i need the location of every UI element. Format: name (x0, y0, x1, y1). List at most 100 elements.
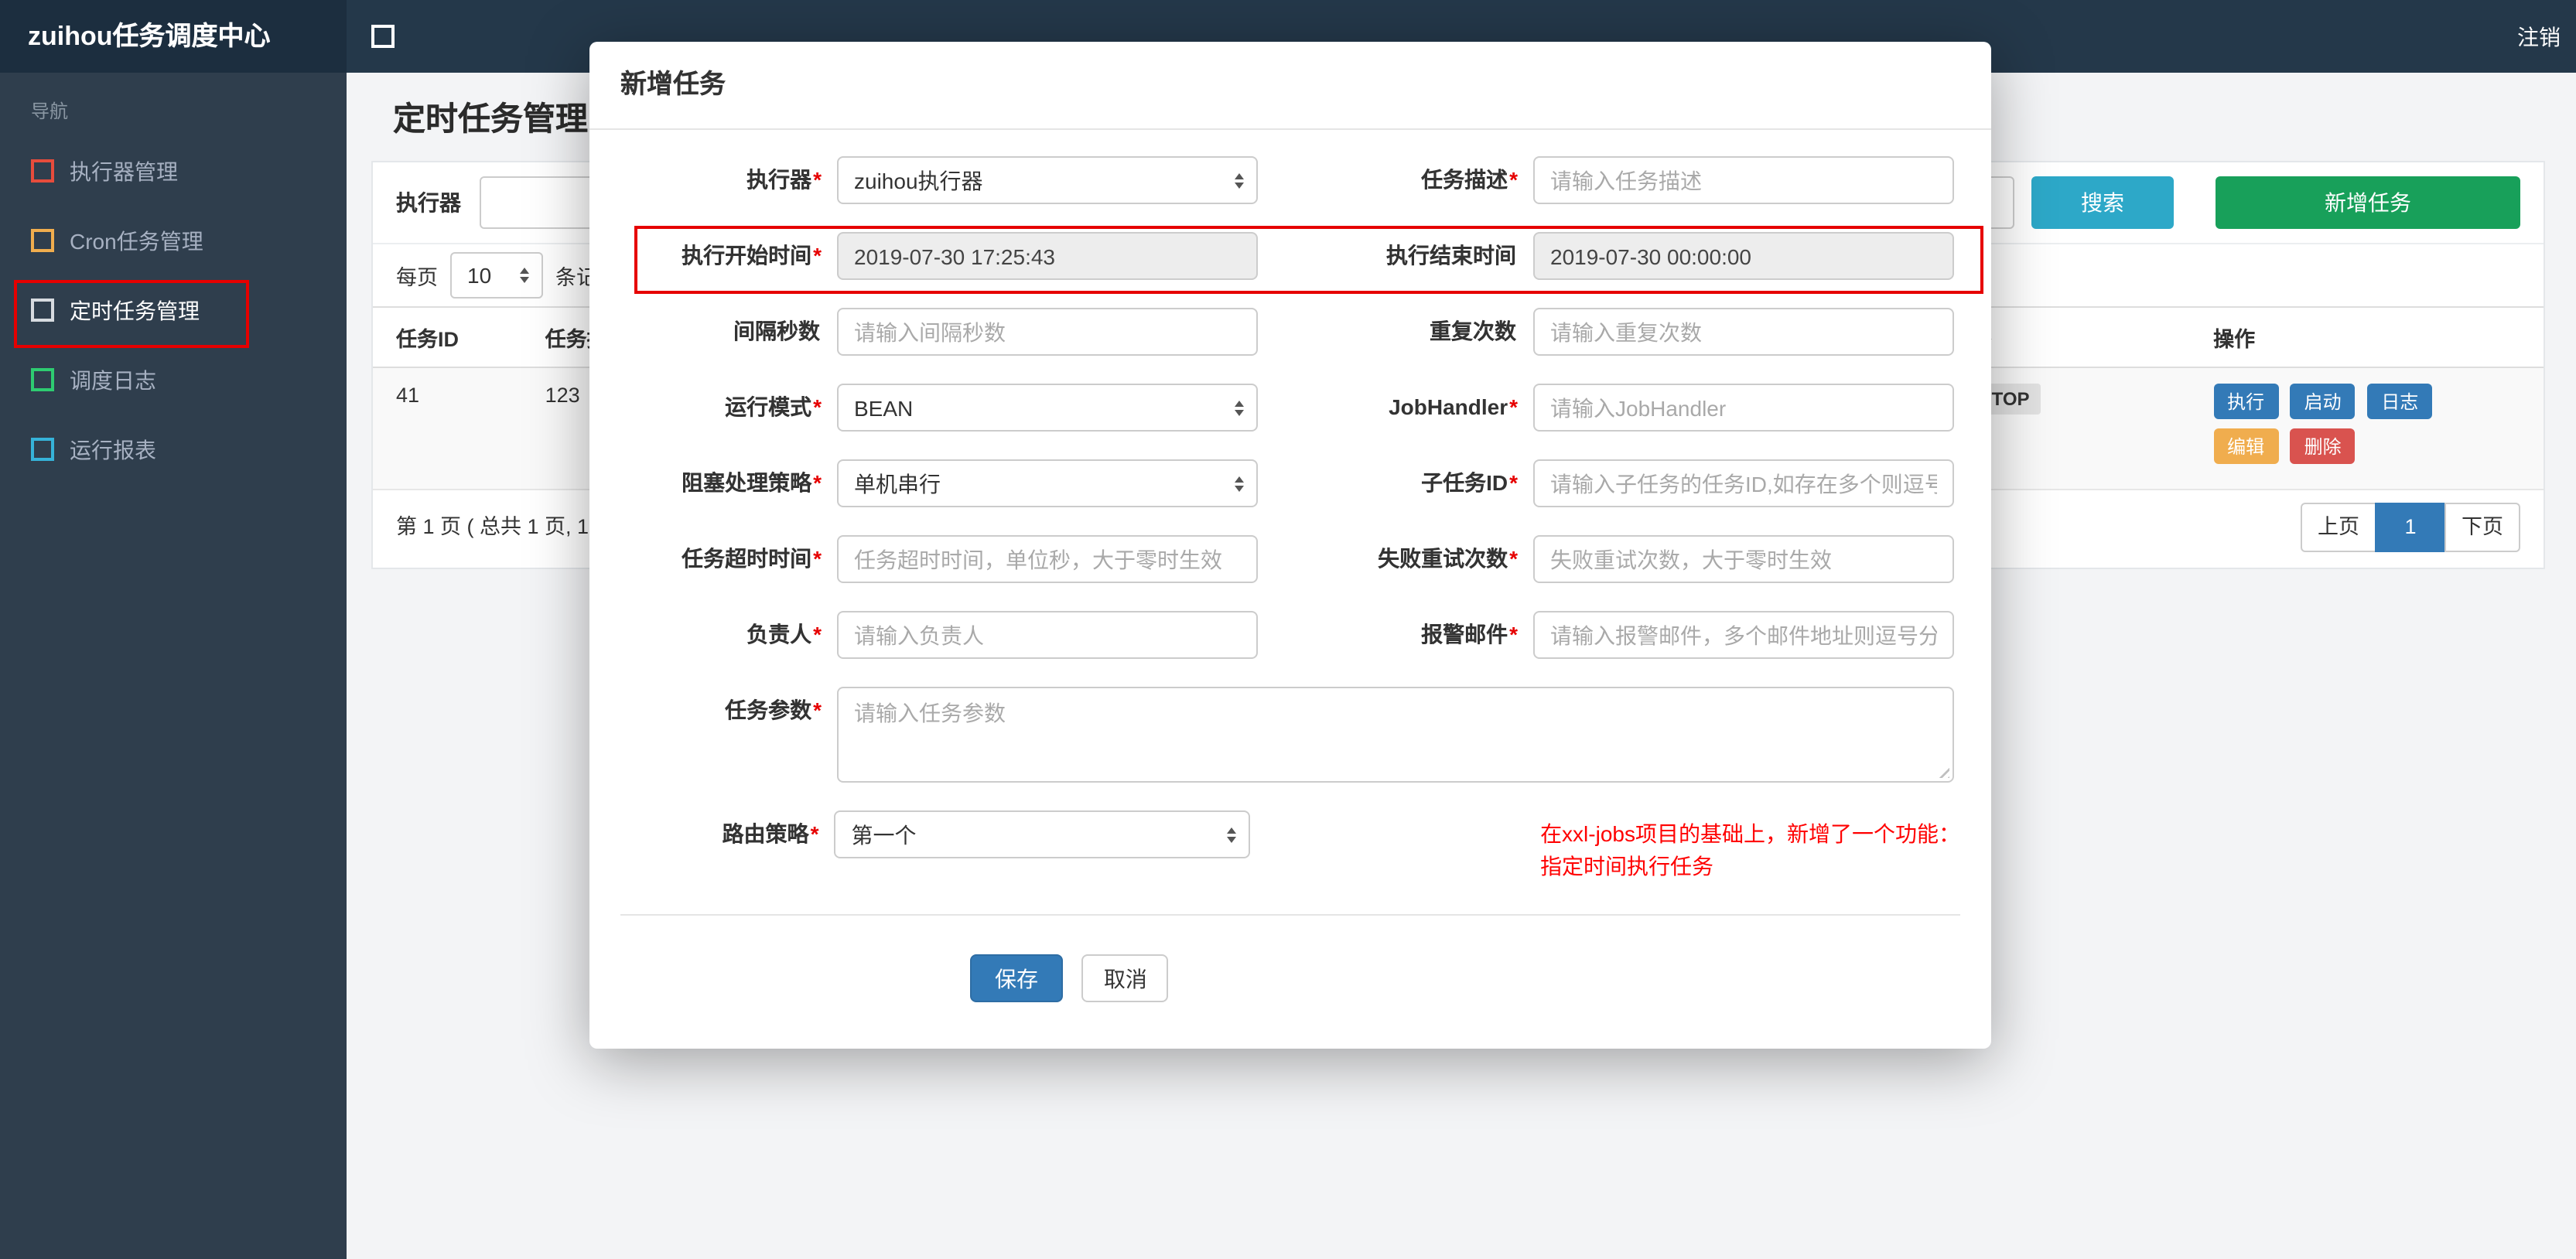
select-stepper-icon (1235, 476, 1244, 491)
required-star: * (1509, 470, 1518, 495)
modal-title: 新增任务 (589, 42, 1991, 130)
sidebar-item-cron-task-management[interactable]: Cron任务管理 (0, 206, 347, 275)
route-strategy-select[interactable]: 第一个 (834, 810, 1250, 858)
square-icon (31, 368, 54, 391)
timeout-label: 任务超时时间 * (682, 546, 822, 571)
start-time-input[interactable] (837, 232, 1258, 280)
sidebar-menu: 执行器管理 Cron任务管理 定时任务管理 调度日志 运行报表 (0, 136, 347, 484)
logout-link[interactable]: 注销 (2517, 21, 2561, 52)
select-stepper-icon (1235, 172, 1244, 188)
jobhandler-input[interactable] (1533, 384, 1954, 432)
feature-note-line2: 指定时间执行任务 (1540, 854, 1714, 879)
form-row-block-child: 阻塞处理策略 * 单机串行 子任务ID * (620, 459, 1960, 507)
end-time-input[interactable] (1533, 232, 1954, 280)
feature-note: 在xxl-jobs项目的基础上，新增了一个功能： 指定时间执行任务 (1525, 810, 1960, 883)
header-actions: 操作 (2190, 307, 2544, 368)
pagination: 上页 1 下页 (2301, 503, 2520, 552)
task-desc-input[interactable] (1533, 156, 1954, 204)
sidebar-item-label: 运行报表 (70, 437, 156, 462)
repeat-label: 重复次数 (1430, 319, 1516, 343)
task-desc-label: 任务描述 * (1421, 167, 1518, 192)
alarm-email-label: 报警邮件 * (1421, 622, 1518, 647)
cell-actions: 执行 启动 日志 编辑 删除 (2190, 367, 2544, 490)
save-button[interactable]: 保存 (970, 954, 1063, 1002)
square-icon (31, 159, 54, 183)
sidebar-item-label: 定时任务管理 (70, 298, 200, 322)
add-task-modal: 新增任务 执行器* zuihou执行器 任务描述* 执行开始时间* 执行结束时间 (589, 42, 1991, 1049)
search-button[interactable]: 搜索 (2031, 176, 2174, 229)
sidebar-item-executor-management[interactable]: 执行器管理 (0, 136, 347, 206)
required-star: * (810, 821, 819, 846)
sidebar-collapse-icon[interactable] (371, 25, 395, 48)
author-input[interactable] (837, 611, 1258, 659)
required-star: * (1509, 167, 1518, 192)
required-star: * (813, 698, 822, 722)
interval-input[interactable] (837, 308, 1258, 356)
required-star: * (813, 470, 822, 495)
cancel-button[interactable]: 取消 (1081, 954, 1169, 1002)
add-task-button[interactable]: 新增任务 (2216, 176, 2520, 229)
job-param-label: 任务参数 * (725, 698, 822, 722)
form-row-timeout-retry: 任务超时时间* 失败重试次数* (620, 535, 1960, 583)
executor-filter-label: 执行器 (396, 190, 461, 215)
end-time-label: 执行结束时间 (1386, 243, 1516, 268)
required-star: * (813, 546, 822, 571)
next-page-button[interactable]: 下页 (2444, 503, 2520, 552)
sidebar-item-run-report[interactable]: 运行报表 (0, 415, 347, 484)
delete-button[interactable]: 删除 (2290, 428, 2356, 464)
modal-footer: 保存 取消 (589, 916, 1991, 1049)
required-star: * (1509, 394, 1518, 419)
form-row-author-email: 负责人* 报警邮件* (620, 611, 1960, 659)
start-button[interactable]: 启动 (2290, 384, 2356, 419)
alarm-email-input[interactable] (1533, 611, 1954, 659)
interval-label: 间隔秒数 (733, 319, 820, 343)
run-mode-select-value: BEAN (854, 395, 914, 420)
page-1-button[interactable]: 1 (2375, 503, 2446, 552)
sidebar-item-label: 执行器管理 (70, 159, 178, 183)
author-label: 负责人 * (746, 622, 822, 647)
child-job-id-input[interactable] (1533, 459, 1954, 507)
edit-button[interactable]: 编辑 (2213, 428, 2279, 464)
route-strategy-label: 路由策略 * (722, 821, 819, 846)
form-row-param: 任务参数 * (620, 687, 1960, 783)
executor-select[interactable]: zuihou执行器 (837, 156, 1258, 204)
block-strategy-select-value: 单机串行 (854, 471, 941, 496)
log-button[interactable]: 日志 (2367, 384, 2433, 419)
form-spacer (1249, 810, 1525, 883)
required-star: * (813, 394, 822, 419)
prev-page-button[interactable]: 上页 (2301, 503, 2376, 552)
timeout-input[interactable] (837, 535, 1258, 583)
sidebar-item-dispatch-log[interactable]: 调度日志 (0, 345, 347, 415)
run-mode-label: 运行模式 * (725, 394, 822, 419)
required-star: * (1509, 546, 1518, 571)
action-line-1: 执行 启动 日志 (2213, 384, 2520, 419)
run-mode-select[interactable]: BEAN (837, 384, 1258, 432)
execute-button[interactable]: 执行 (2213, 384, 2279, 419)
fail-retry-label: 失败重试次数 * (1378, 546, 1518, 571)
block-strategy-select[interactable]: 单机串行 (837, 459, 1258, 507)
form-row-mode-handler: 运行模式 * BEAN JobHandler * (620, 384, 1960, 432)
per-page-select[interactable]: 10 (450, 252, 543, 299)
job-param-textarea[interactable] (837, 687, 1954, 783)
required-star: * (813, 243, 822, 268)
select-stepper-icon (520, 268, 529, 283)
form-row-route: 路由策略 * 第一个 在xxl-jobs项目的基础上，新增了一个功能： 指定时间执… (620, 810, 1960, 883)
sidebar-nav-label: 导航 (31, 101, 69, 122)
form-row-times: 执行开始时间* 执行结束时间 (620, 232, 1960, 280)
required-star: * (1509, 622, 1518, 647)
sidebar: 导航 执行器管理 Cron任务管理 定时任务管理 调度日志 运行报表 (0, 73, 347, 1259)
start-time-label: 执行开始时间 * (682, 243, 822, 268)
repeat-input[interactable] (1533, 308, 1954, 356)
action-line-2: 编辑 删除 (2213, 428, 2520, 464)
sidebar-item-label: Cron任务管理 (70, 228, 203, 253)
per-page-prefix: 每页 (396, 266, 438, 289)
header-task-id: 任务ID (373, 307, 522, 368)
square-icon (31, 229, 54, 252)
fail-retry-input[interactable] (1533, 535, 1954, 583)
required-star: * (813, 622, 822, 647)
cell-task-id: 41 (396, 384, 420, 407)
feature-note-line1: 在xxl-jobs项目的基础上，新增了一个功能： (1540, 821, 1960, 846)
select-stepper-icon (1226, 827, 1236, 842)
sidebar-item-scheduled-task-management[interactable]: 定时任务管理 (0, 275, 347, 345)
required-star: * (813, 167, 822, 192)
